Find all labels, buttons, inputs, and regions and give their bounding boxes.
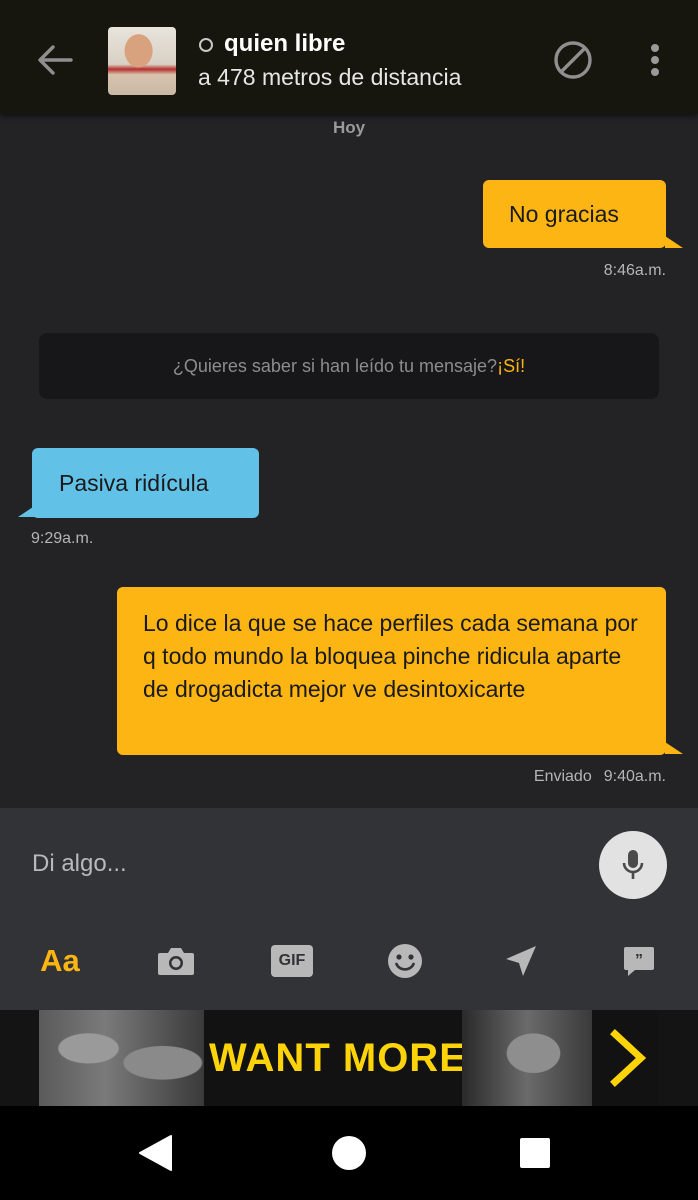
system-navigation-bar xyxy=(0,1106,698,1200)
microphone-icon xyxy=(622,850,644,879)
nav-home-icon[interactable] xyxy=(332,1136,366,1170)
chevron-right-icon xyxy=(610,1029,647,1087)
arrow-left-icon xyxy=(38,45,73,75)
location-arrow-icon xyxy=(506,946,536,976)
block-icon xyxy=(554,41,592,79)
chat-screen: quien libre a 478 metros de distancia Ho… xyxy=(0,0,698,1200)
sent-message-bubble[interactable]: Lo dice la que se hace perfiles cada sem… xyxy=(117,587,666,755)
ad-image-left xyxy=(39,1010,204,1106)
nav-back-icon[interactable] xyxy=(137,1134,173,1172)
gif-icon: GIF xyxy=(271,945,313,977)
nav-recents-icon[interactable] xyxy=(520,1138,550,1168)
smiley-icon xyxy=(388,944,422,978)
message-timestamp: 8:46a.m. xyxy=(603,262,666,279)
block-button[interactable] xyxy=(553,40,593,80)
camera-button[interactable] xyxy=(155,938,197,984)
gif-button[interactable]: GIF xyxy=(270,938,314,984)
delivery-status: Enviado xyxy=(533,768,592,785)
chat-header: quien libre a 478 metros de distancia xyxy=(0,0,698,114)
emoji-button[interactable] xyxy=(385,938,425,984)
bubble-tail xyxy=(18,505,36,517)
message-input[interactable] xyxy=(0,808,580,920)
ad-creative[interactable]: WANT MORE? xyxy=(39,1010,659,1106)
message-timestamp: 9:29a.m. xyxy=(31,530,94,547)
saved-phrases-button[interactable]: ” xyxy=(620,938,658,984)
message-timestamp: 9:40a.m. xyxy=(603,768,666,785)
message-composer: Aa GIF xyxy=(0,808,698,1010)
date-separator: Hoy xyxy=(332,118,366,137)
bubble-tail xyxy=(665,742,683,754)
more-vertical-icon xyxy=(651,44,659,52)
ad-banner[interactable]: WANT MORE? xyxy=(0,1010,698,1106)
camera-icon xyxy=(158,948,194,975)
contact-distance: a 478 metros de distancia xyxy=(198,64,462,90)
bubble-tail xyxy=(665,236,683,248)
composer-toolbar: Aa GIF ” xyxy=(0,930,698,996)
read-receipt-banner[interactable]: ¿Quieres saber si han leído tu mensaje? ¡… xyxy=(39,333,659,399)
text-format-button[interactable]: Aa xyxy=(37,938,83,984)
voice-message-button[interactable] xyxy=(599,831,667,899)
received-message-bubble[interactable]: Pasiva ridícula xyxy=(32,448,259,518)
more-options-button[interactable] xyxy=(640,40,670,80)
sent-message-bubble[interactable]: No gracias xyxy=(483,180,666,248)
message-status: Enviado 9:40a.m. xyxy=(534,768,666,786)
offline-status-icon xyxy=(199,38,213,52)
contact-name[interactable]: quien libre xyxy=(224,30,345,58)
ad-headline: WANT MORE? xyxy=(209,1036,493,1080)
contact-avatar[interactable] xyxy=(108,27,176,95)
read-receipt-question: ¿Quieres saber si han leído tu mensaje? xyxy=(172,355,498,376)
svg-text:”: ” xyxy=(635,952,643,969)
saved-phrases-icon: ” xyxy=(624,947,654,976)
back-button[interactable] xyxy=(34,38,76,82)
send-location-button[interactable] xyxy=(502,938,540,984)
read-receipt-yes-link[interactable]: ¡Sí! xyxy=(497,356,525,377)
ad-image-right xyxy=(462,1010,592,1106)
